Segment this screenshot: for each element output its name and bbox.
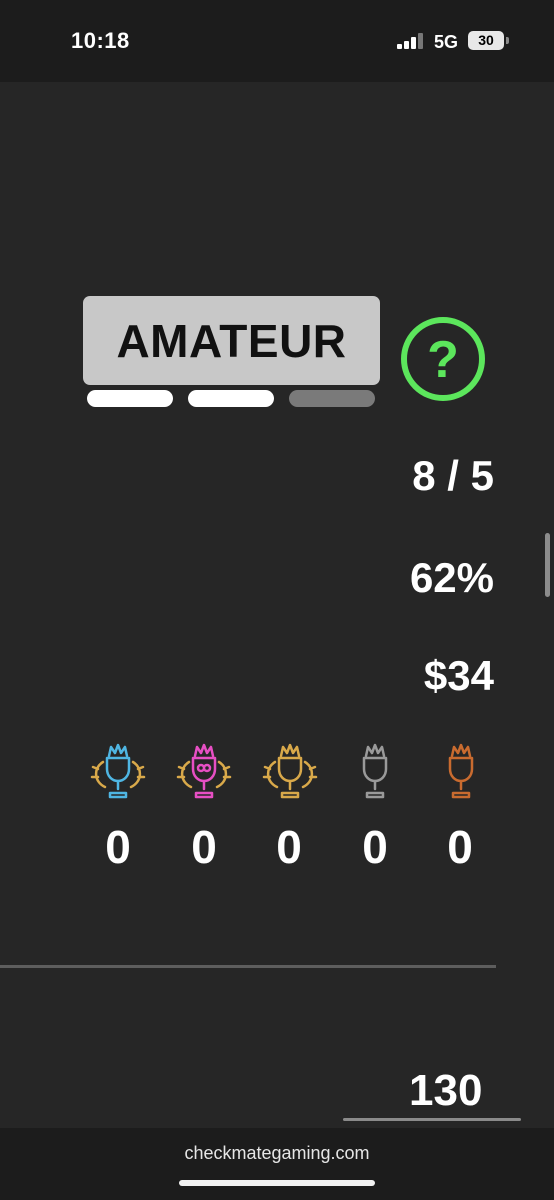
battery-tip: [506, 37, 509, 44]
svg-text:?: ?: [427, 331, 459, 389]
battery-icon: 30: [468, 31, 504, 50]
trophy-count-pink: 0: [191, 821, 217, 873]
browser-url[interactable]: checkmategaming.com: [0, 1143, 554, 1164]
section-divider: [0, 965, 496, 968]
rank-progress-segment-3: [289, 390, 375, 407]
trophy-blue-icon: [90, 743, 146, 799]
status-bar: 10:18 5G 30: [0, 0, 554, 82]
trophy-count-silver: 0: [362, 821, 388, 873]
win-percentage-stat: 62%: [409, 554, 494, 601]
record-stat: 8 / 5: [412, 452, 494, 499]
scrollbar-thumb[interactable]: [545, 533, 550, 597]
trophy-pink-icon: [176, 743, 232, 799]
browser-address-bar[interactable]: [0, 1128, 554, 1200]
earnings-stat: $34: [423, 652, 494, 699]
question-circle-icon[interactable]: ?: [400, 316, 486, 402]
footer-value: 130: [409, 1066, 483, 1115]
cellular-signal-icon: [397, 33, 425, 49]
rank-progress-segment-1: [87, 390, 173, 407]
rank-progress-segment-2: [188, 390, 274, 407]
home-indicator[interactable]: [179, 1180, 375, 1186]
trophy-count-bronze: 0: [447, 821, 473, 873]
trophy-count-blue: 0: [105, 821, 131, 873]
rank-badge: AMATEUR: [83, 296, 380, 385]
trophy-silver-icon: [362, 743, 388, 799]
trophy-bronze-icon: [448, 743, 474, 799]
trophy-count-gold: 0: [276, 821, 302, 873]
footer-underline: [343, 1118, 521, 1121]
network-type: 5G: [434, 32, 459, 52]
trophy-gold-icon: [262, 743, 318, 799]
status-time: 10:18: [71, 28, 130, 53]
